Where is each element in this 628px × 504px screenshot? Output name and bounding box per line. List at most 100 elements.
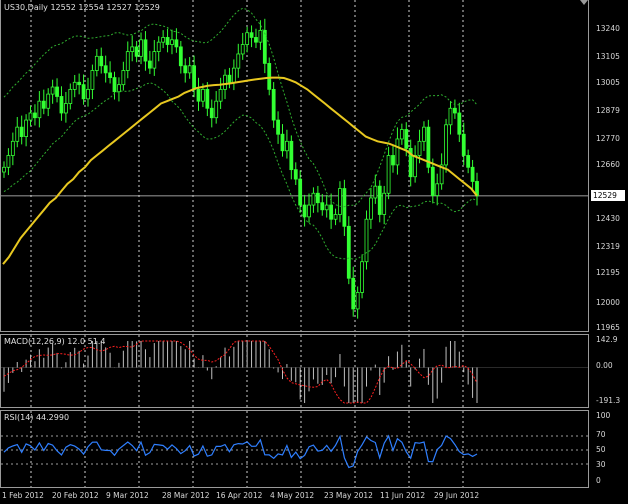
candle-body — [280, 133, 285, 152]
candle-body — [404, 129, 409, 149]
price-chart-pane[interactable]: US30,Daily 12552 12554 12527 12529 — [0, 0, 589, 332]
candle-body — [369, 197, 373, 220]
candle-body — [147, 60, 152, 69]
time-axis-label: 28 Mar 2012 — [162, 491, 210, 500]
candle-body — [430, 166, 435, 197]
rsi-axis-label: 50 — [596, 445, 606, 454]
candle-body — [2, 166, 6, 173]
rsi-axis-label: 100 — [596, 411, 611, 420]
candle-body — [329, 204, 334, 220]
candle-body — [355, 292, 360, 310]
price-axis-label: 12430 — [596, 214, 620, 223]
rsi-pane[interactable]: RSI(14) 44.2990 — [0, 410, 589, 488]
candle-body — [214, 100, 219, 119]
candle-body — [10, 140, 15, 156]
candle-body — [338, 188, 342, 215]
candle-body — [435, 183, 440, 197]
candle-body — [346, 225, 351, 279]
time-axis-label: 16 Apr 2012 — [216, 491, 263, 500]
price-axis-label: 12770 — [596, 134, 620, 143]
candle-body — [139, 39, 143, 57]
candle-body — [236, 53, 241, 69]
candle-body — [267, 63, 272, 90]
chart-window[interactable]: US30,Daily 12552 12554 12527 12529 MACD(… — [0, 0, 628, 504]
candle-body — [86, 88, 90, 100]
candle-body — [417, 140, 422, 156]
rsi-axis-label: 30 — [596, 460, 606, 469]
candle-body — [333, 214, 338, 220]
candle-body — [24, 119, 29, 137]
candle-body — [276, 119, 280, 135]
candle-body — [399, 129, 404, 140]
time-axis-label: 20 Feb 2012 — [52, 491, 99, 500]
candle-body — [249, 32, 254, 38]
candle-body — [46, 93, 51, 109]
candle-body — [461, 133, 466, 156]
candle-body — [324, 204, 329, 211]
moving-average-line — [2, 76, 478, 265]
candle-body — [231, 67, 236, 83]
rsi-canvas[interactable] — [1, 411, 589, 488]
candle-body — [262, 29, 267, 64]
macd-axis-label: -191.3 — [596, 396, 621, 405]
macd-axis-label: 0.00 — [596, 361, 613, 370]
candle-body — [81, 84, 86, 100]
chart-shift-marker-icon[interactable] — [580, 0, 588, 5]
candle-body — [152, 51, 157, 69]
candle-body — [50, 86, 55, 95]
candle-body — [143, 39, 148, 62]
candle-body — [117, 84, 121, 93]
candle-body — [240, 44, 245, 55]
candle-body — [209, 107, 214, 119]
candle-body — [55, 86, 59, 97]
candle-body — [59, 96, 64, 114]
price-axis-label: 13240 — [596, 24, 620, 33]
candle-body — [452, 107, 457, 114]
candle-body — [245, 32, 250, 45]
candle-body — [470, 166, 475, 182]
macd-pane[interactable]: MACD(12,26,9) 12.0 51.4 — [0, 334, 589, 408]
candle-body — [223, 74, 227, 90]
candle-body — [192, 65, 196, 90]
candle-body — [258, 29, 263, 43]
macd-axis-label: 142.9 — [596, 335, 618, 344]
candle-body — [271, 88, 276, 121]
candle-body — [391, 155, 395, 166]
candle-body — [121, 70, 126, 86]
candle-body — [94, 55, 99, 71]
candle-body — [320, 202, 325, 211]
candle-body — [377, 185, 382, 215]
candle-body — [112, 77, 117, 93]
time-axis-label: 11 Jun 2012 — [380, 491, 426, 500]
candle-body — [165, 37, 170, 45]
time-axis-label: 9 Mar 2012 — [106, 491, 149, 500]
candle-body — [77, 81, 82, 86]
candle-body — [254, 37, 258, 43]
candle-body — [364, 218, 369, 263]
candle-body — [19, 126, 24, 137]
candle-body — [161, 37, 166, 43]
price-axis-label: 12660 — [596, 160, 620, 169]
candle-body — [285, 140, 289, 152]
price-axis-label: 13105 — [596, 52, 620, 61]
candle-body — [227, 74, 232, 83]
time-axis-label: 4 May 2012 — [270, 491, 315, 500]
price-axis-label: 11965 — [596, 323, 620, 332]
price-axis-label: 12319 — [596, 242, 620, 251]
rsi-axis-label: 0 — [596, 476, 601, 485]
candle-body — [72, 81, 77, 90]
candle-body — [90, 70, 95, 90]
time-axis-label: 1 Feb 2012 — [2, 491, 44, 500]
candle-body — [187, 65, 192, 74]
candle-body — [422, 126, 426, 142]
candle-body — [130, 46, 135, 53]
candle-body — [373, 185, 378, 199]
candle-body — [457, 112, 462, 135]
candle-body — [289, 140, 294, 171]
candle-body — [196, 88, 201, 102]
candle-body — [311, 192, 316, 206]
rsi-axis-label: 70 — [596, 430, 606, 439]
price-chart-canvas[interactable] — [1, 0, 589, 332]
candle-body — [315, 192, 320, 204]
candle-body — [293, 169, 298, 180]
